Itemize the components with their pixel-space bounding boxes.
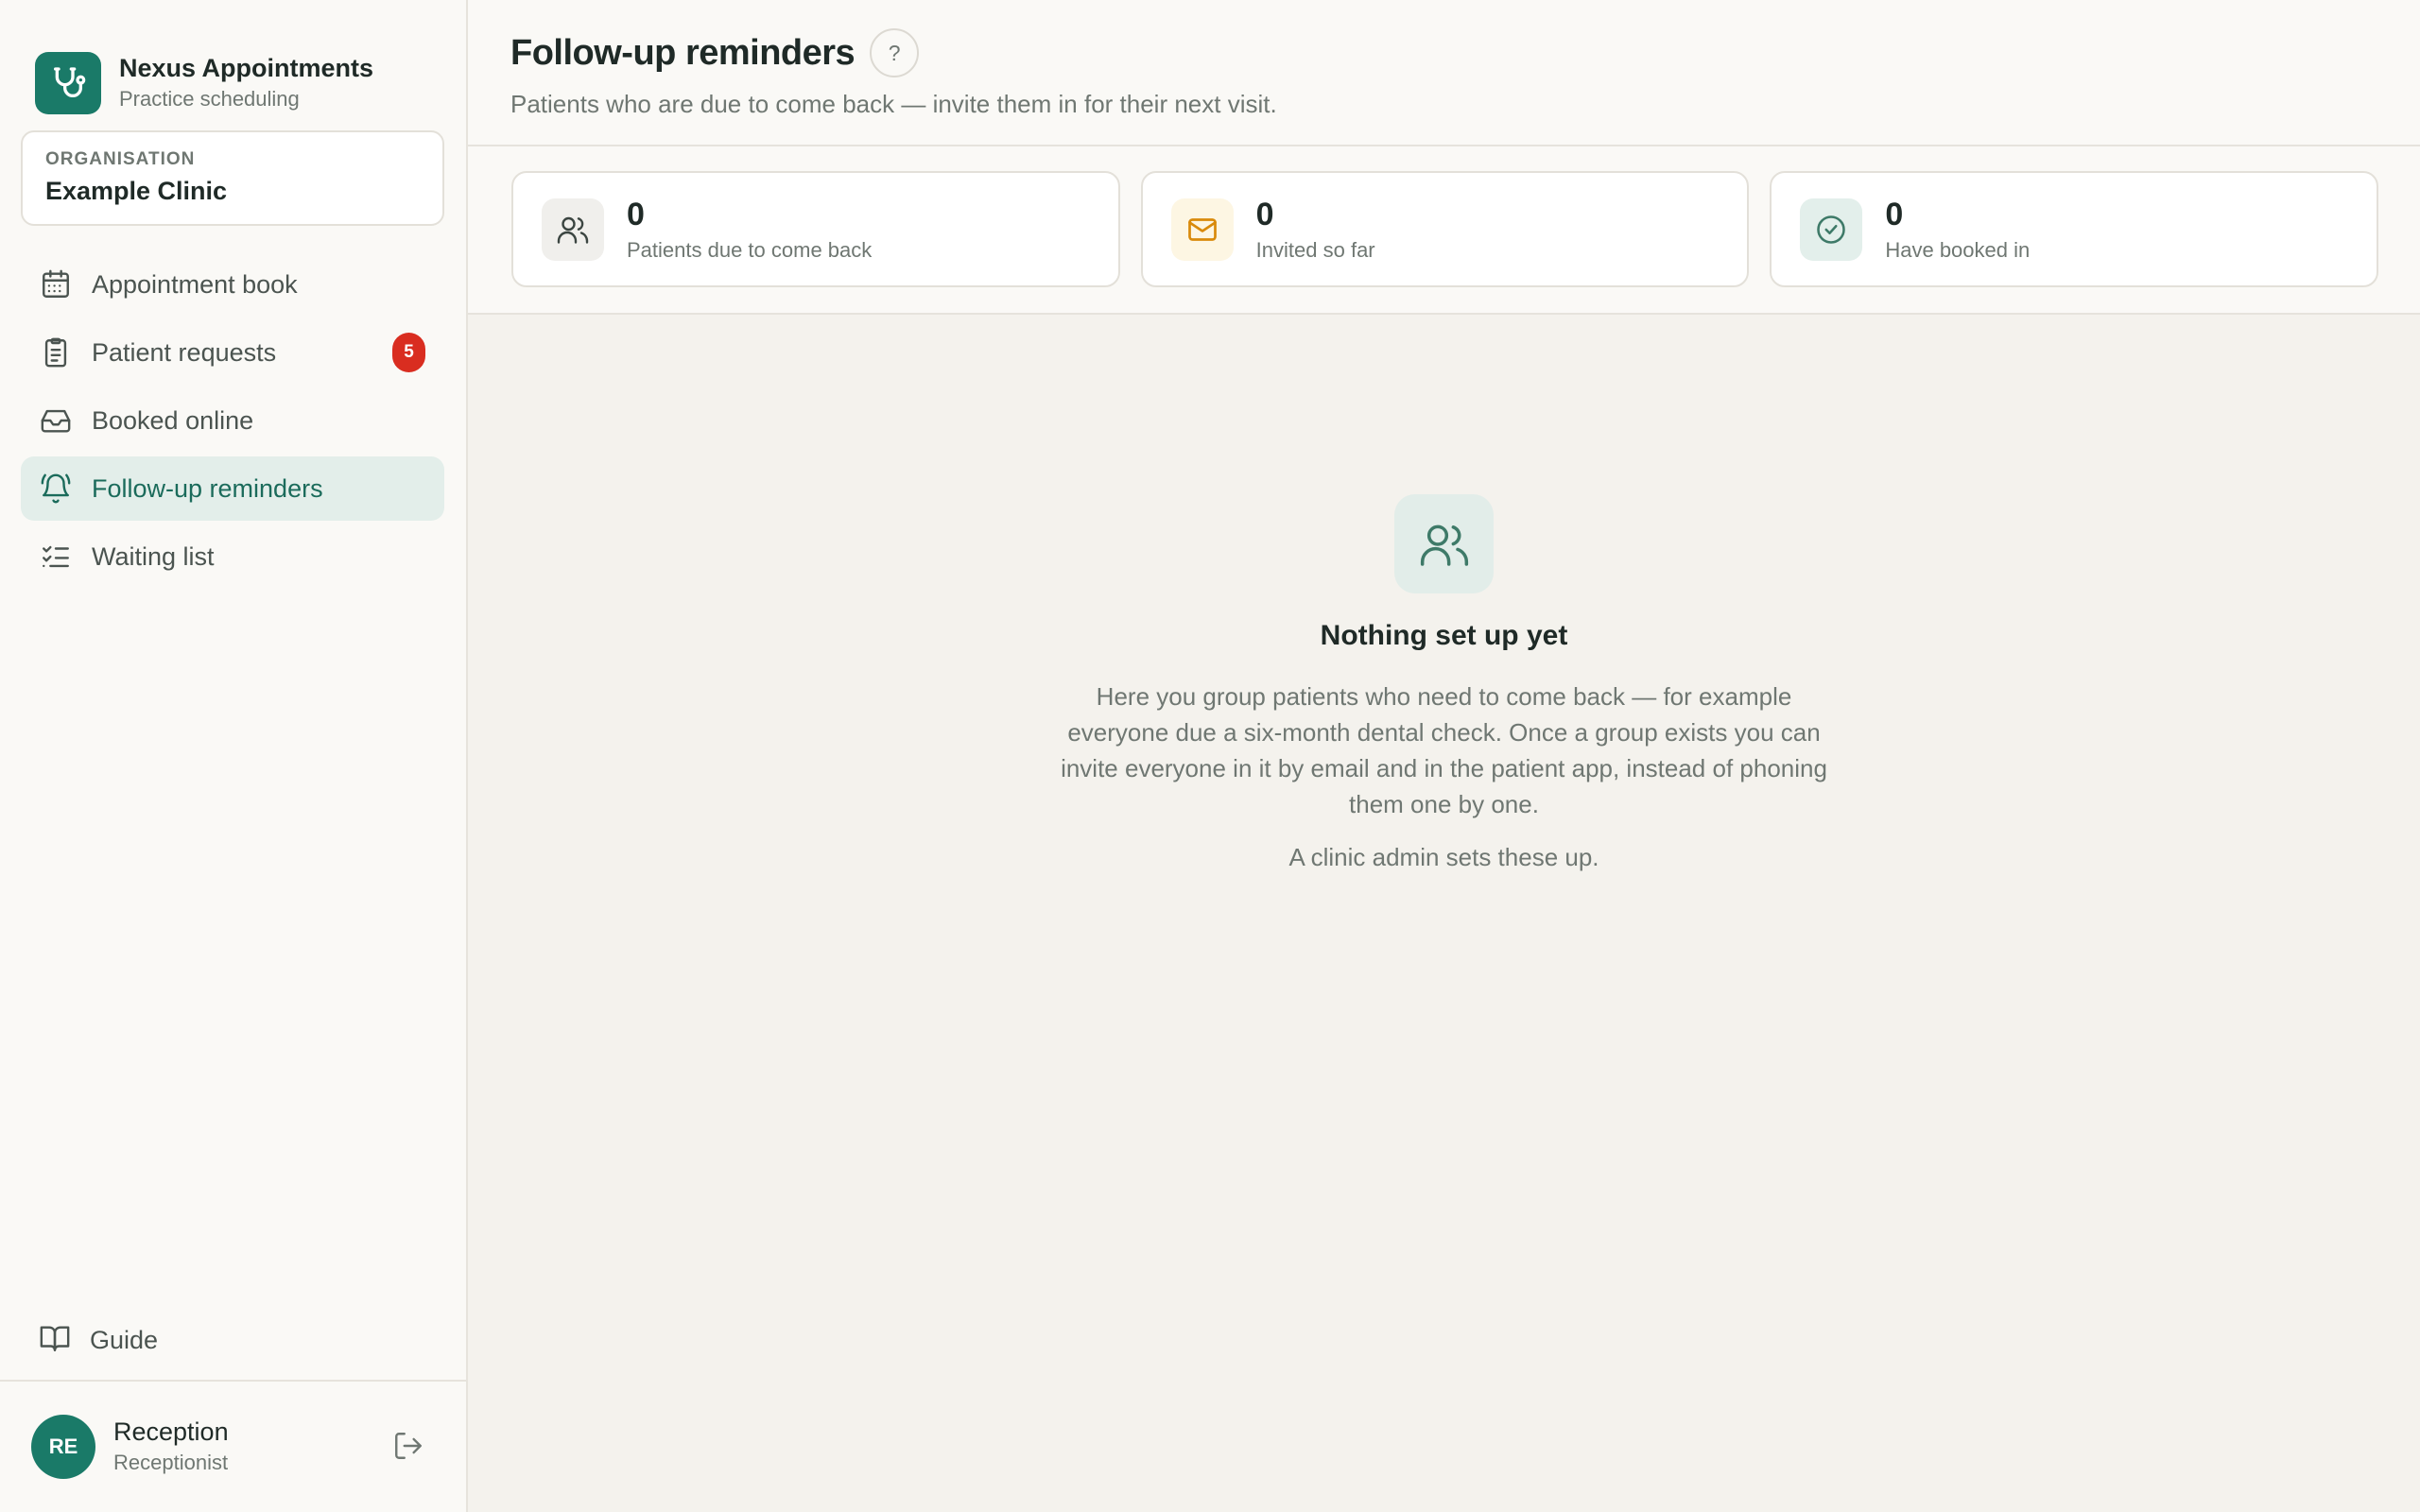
stat-value: 0 [1255,196,1274,232]
bell-ring-icon [39,472,73,506]
requests-count-badge: 5 [392,333,425,372]
page-header: Follow-up reminders ? Patients who are d… [468,0,2420,146]
mail-icon [1170,198,1234,261]
list-checks-icon [39,540,73,574]
sidebar-item-waiting-list[interactable]: Waiting list [21,524,444,589]
stat-value: 0 [627,196,645,232]
user-profile: RE Reception Receptionist [0,1380,466,1512]
stat-label: Patients due to come back [627,237,873,262]
inbox-icon [39,404,73,438]
users-icon [542,198,604,261]
stat-value: 0 [1885,196,1904,232]
empty-state-note: A clinic admin sets these up. [1288,843,1599,871]
help-button[interactable]: ? [870,28,920,77]
avatar[interactable]: RE [31,1415,95,1479]
check-circle-icon [1800,198,1863,261]
user-name: Reception [113,1418,229,1446]
organisation-name: Example Clinic [45,177,228,205]
stat-card-patients-due: 0 Patients due to come back [511,171,1120,287]
clipboard-icon [39,335,73,369]
stat-card-invited: 0 Invited so far [1140,171,1750,287]
sidebar-nav: Appointment book Patient requests 5 Book… [0,252,466,593]
empty-state-title: Nothing set up yet [1320,620,1568,651]
book-open-icon [39,1322,71,1359]
organisation-label: Organisation [45,149,196,169]
users-icon [1394,494,1494,593]
sidebar-item-guide[interactable]: Guide [21,1309,444,1371]
empty-state-body: Here you group patients who need to come… [1061,682,1827,818]
page-title: Follow-up reminders [510,32,856,73]
organisation-selector[interactable]: Organisation Example Clinic [21,130,444,226]
main-area: Follow-up reminders ? Patients who are d… [468,0,2420,1512]
logout-icon[interactable] [392,1430,426,1464]
empty-state: Nothing set up yet Here you group patien… [468,494,2420,872]
user-role: Receptionist [113,1451,229,1474]
sidebar-item-label: Appointment book [92,269,298,299]
content-area: Nothing set up yet Here you group patien… [468,315,2420,1512]
stat-label: Invited so far [1255,237,1375,262]
page-subtitle: Patients who are due to come back — invi… [510,90,1277,118]
sidebar-item-follow-up-reminders[interactable]: Follow-up reminders [21,456,444,521]
brand: Nexus Appointments Practice scheduling [0,0,466,130]
sidebar-item-appointment-book[interactable]: Appointment book [21,252,444,317]
sidebar-item-label: Waiting list [92,541,215,571]
brand-subtitle: Practice scheduling [119,87,300,111]
stat-card-booked-in: 0 Have booked in [1770,171,2379,287]
calendar-icon [39,267,73,301]
stethoscope-icon [35,52,101,114]
guide-label: Guide [90,1325,159,1354]
app-root: Nexus Appointments Practice scheduling O… [0,0,2420,1512]
sidebar: Nexus Appointments Practice scheduling O… [0,0,468,1512]
sidebar-item-label: Booked online [92,405,254,435]
sidebar-item-label: Patient requests [92,337,277,367]
sidebar-item-booked-online[interactable]: Booked online [21,388,444,453]
sidebar-item-label: Follow-up reminders [92,473,323,503]
brand-name: Nexus Appointments [119,54,374,82]
stats-row: 0 Patients due to come back 0 Invited so… [468,146,2420,315]
sidebar-item-patient-requests[interactable]: Patient requests 5 [21,320,444,385]
stat-label: Have booked in [1885,237,2031,262]
